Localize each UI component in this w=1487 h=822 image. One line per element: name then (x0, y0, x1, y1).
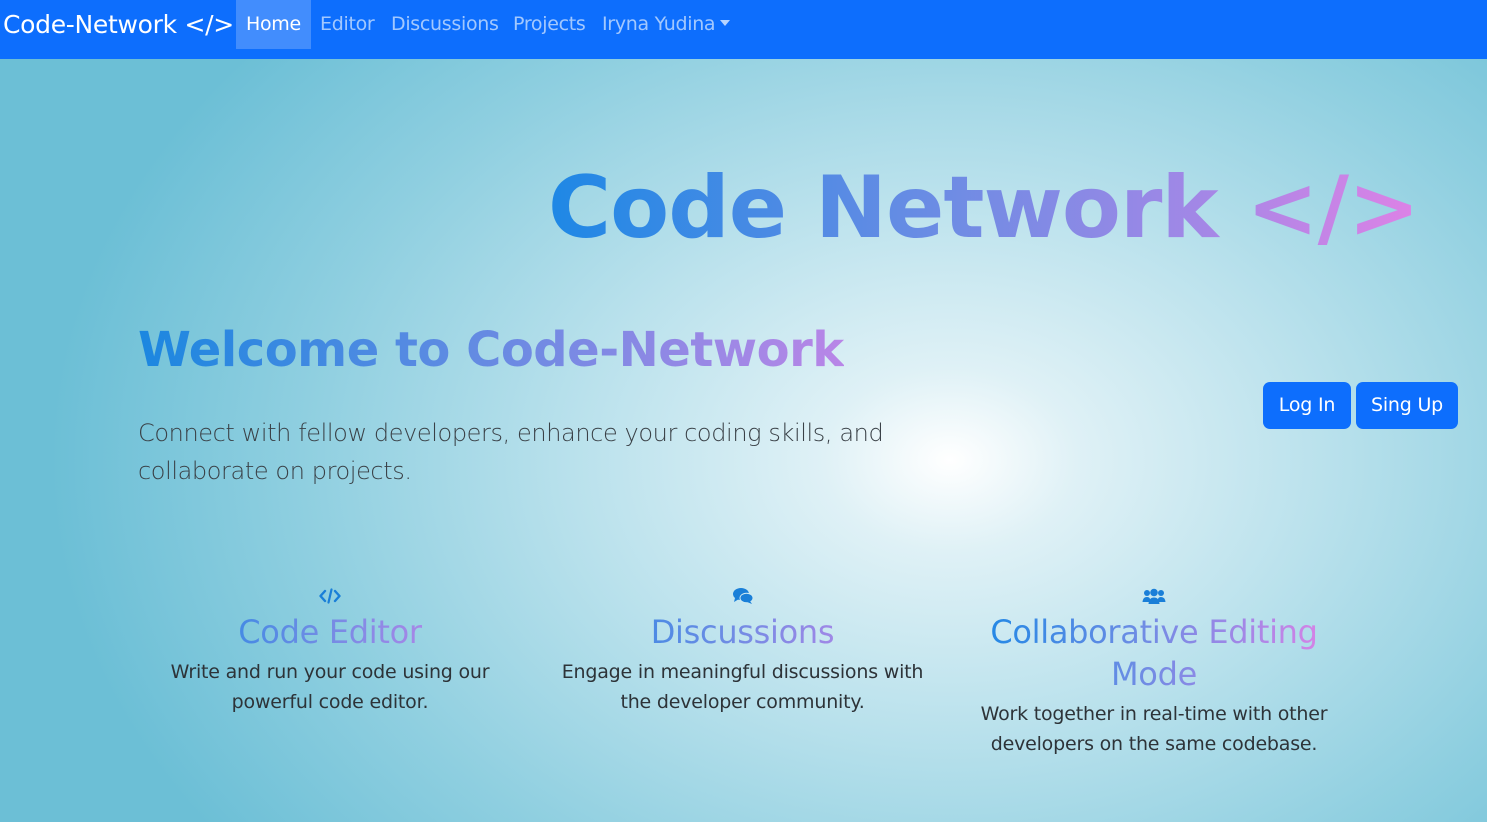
feature-code-editor: Code Editor Write and run your code usin… (160, 585, 500, 717)
user-menu-dropdown[interactable]: Iryna Yudina (602, 0, 731, 49)
brand-logo[interactable]: Code-Network </> (3, 10, 234, 39)
caret-down-icon (720, 19, 731, 26)
feature-description: Write and run your code using our powerf… (170, 661, 490, 713)
welcome-lead-text: Connect with fellow developers, enhance … (138, 419, 884, 485)
nav-editor[interactable]: Editor (320, 0, 375, 49)
signup-button[interactable]: Sing Up (1356, 382, 1458, 429)
feature-title: Code Editor (160, 611, 500, 653)
hero-title: Code Network </> (548, 158, 1420, 258)
feature-description: Engage in meaningful discussions with th… (561, 661, 924, 713)
top-navbar: Code-Network </> Home Editor Discussions… (0, 0, 1487, 59)
code-icon (160, 585, 500, 607)
login-button[interactable]: Log In (1263, 382, 1351, 429)
feature-title: Collaborative Editing Mode (975, 611, 1333, 695)
feature-title: Discussions (545, 611, 940, 653)
nav-discussions[interactable]: Discussions (391, 0, 499, 49)
feature-description: Work together in real-time with other de… (980, 703, 1328, 755)
welcome-heading: Welcome to Code-Network (138, 322, 844, 378)
users-icon (975, 585, 1333, 607)
nav-projects[interactable]: Projects (513, 0, 586, 49)
user-name: Iryna Yudina (602, 13, 716, 35)
nav-home[interactable]: Home (236, 0, 311, 49)
comments-icon (545, 585, 940, 607)
feature-discussions: Discussions Engage in meaningful discuss… (545, 585, 940, 717)
feature-collaborative-editing: Collaborative Editing Mode Work together… (975, 585, 1333, 759)
